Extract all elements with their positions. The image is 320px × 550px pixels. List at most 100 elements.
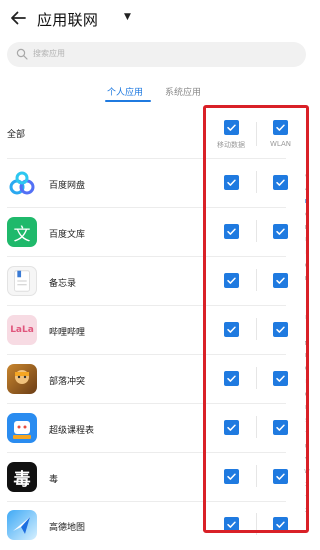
caret-down-icon[interactable]: ▼: [124, 12, 131, 22]
column-separator: [256, 171, 257, 193]
baidu-wenku-icon: 文: [7, 217, 37, 247]
search-placeholder: 搜索应用: [33, 49, 65, 58]
column-separator: [256, 465, 257, 487]
index-letter[interactable]: N: [300, 350, 314, 363]
index-letter[interactable]: W: [300, 466, 314, 479]
checkmark-icon: [276, 277, 285, 284]
clash-of-clans-icon: [7, 364, 37, 394]
mobile-data-checkbox[interactable]: [224, 371, 239, 386]
mobile-data-checkbox[interactable]: [224, 469, 239, 484]
wlan-checkbox[interactable]: [273, 469, 288, 484]
page-title: 应用联网: [37, 11, 99, 29]
tab-personal-apps[interactable]: 个人应用: [107, 85, 143, 98]
all-mobile-data-checkbox[interactable]: [224, 120, 239, 135]
wlan-checkbox[interactable]: [273, 224, 288, 239]
index-letter[interactable]: Y: [300, 492, 314, 505]
memo-icon: [7, 266, 37, 296]
wlan-column-label: WLAN: [270, 140, 292, 148]
wlan-checkbox[interactable]: [273, 273, 288, 288]
search-input[interactable]: 搜索应用: [7, 42, 306, 67]
index-letter[interactable]: F: [300, 247, 314, 260]
column-separator: [256, 367, 257, 389]
app-row: 超级课程表: [0, 403, 314, 452]
index-letter[interactable]: C: [300, 209, 314, 222]
tab-system-apps[interactable]: 系统应用: [165, 85, 201, 98]
checkmark-icon: [276, 326, 285, 333]
column-separator: [256, 513, 257, 535]
app-row: 部落冲突: [0, 354, 314, 403]
app-icon-glyph: 文: [13, 224, 31, 245]
row-divider: [7, 403, 286, 404]
index-letter[interactable]: Z: [300, 505, 314, 518]
app-row: 百度网盘: [0, 158, 314, 207]
index-letter[interactable]: T: [300, 428, 314, 441]
row-divider: [7, 354, 286, 355]
checkmark-icon: [227, 375, 236, 382]
amap-icon: [7, 510, 37, 540]
row-divider: [7, 452, 286, 453]
app-name: 毒: [49, 475, 59, 485]
header-bar: 应用联网 ▼: [0, 0, 314, 38]
mobile-data-checkbox[interactable]: [224, 517, 239, 532]
checkmark-icon: [276, 124, 285, 131]
index-letter[interactable]: E: [300, 234, 314, 247]
index-letter[interactable]: A: [300, 183, 314, 196]
app-row: 文 百度文库: [0, 207, 314, 256]
index-letter[interactable]: D: [300, 222, 314, 235]
column-separator: [256, 269, 257, 291]
du-app-icon: 毒: [7, 462, 37, 492]
row-divider: [7, 256, 286, 257]
checkmark-icon: [227, 326, 236, 333]
wlan-checkbox[interactable]: [273, 322, 288, 337]
index-letter[interactable]: Q: [300, 389, 314, 402]
index-letter[interactable]: #: [300, 170, 314, 183]
column-separator: [256, 122, 257, 146]
row-divider: [7, 305, 286, 306]
index-letter[interactable]: B: [300, 196, 314, 209]
checkmark-icon: [227, 124, 236, 131]
mobile-data-checkbox[interactable]: [224, 273, 239, 288]
index-letter[interactable]: U: [300, 441, 314, 454]
app-row: 高德地图: [0, 501, 314, 550]
checkmark-icon: [227, 228, 236, 235]
app-name: 备忘录: [49, 279, 77, 289]
index-letter[interactable]: L: [300, 325, 314, 338]
index-letter[interactable]: R: [300, 402, 314, 415]
wlan-checkbox[interactable]: [273, 371, 288, 386]
index-letter[interactable]: K: [300, 312, 314, 325]
search-icon: [16, 48, 28, 60]
wlan-checkbox[interactable]: [273, 517, 288, 532]
mobile-data-column-label: 移动数据: [217, 141, 245, 149]
mobile-data-checkbox[interactable]: [224, 224, 239, 239]
arrow-left-icon[interactable]: [8, 8, 28, 28]
app-row: 毒 毒: [0, 452, 314, 501]
app-name: 部落冲突: [49, 377, 86, 387]
alphabet-index-bar[interactable]: # A B C D E F G H I J K L M N O P Q R S T U V W X Y Z: [300, 170, 314, 518]
index-letter[interactable]: G: [300, 260, 314, 273]
index-letter[interactable]: O: [300, 363, 314, 376]
checkmark-icon: [227, 473, 236, 480]
app-icon-glyph: LaLa: [10, 325, 34, 335]
wlan-checkbox[interactable]: [273, 420, 288, 435]
baidu-netdisk-icon: [7, 168, 37, 198]
checkmark-icon: [227, 277, 236, 284]
mobile-data-checkbox[interactable]: [224, 420, 239, 435]
index-letter[interactable]: S: [300, 415, 314, 428]
all-wlan-checkbox[interactable]: [273, 120, 288, 135]
mobile-data-checkbox[interactable]: [224, 175, 239, 190]
index-letter[interactable]: J: [300, 299, 314, 312]
index-letter[interactable]: X: [300, 479, 314, 492]
index-letter[interactable]: H: [300, 273, 314, 286]
app-name: 哔哩哔哩: [49, 328, 86, 338]
checkmark-icon: [276, 521, 285, 528]
mobile-data-checkbox[interactable]: [224, 322, 239, 337]
index-letter[interactable]: V: [300, 454, 314, 467]
checkmark-icon: [227, 179, 236, 186]
index-letter[interactable]: I: [300, 286, 314, 299]
wlan-checkbox[interactable]: [273, 175, 288, 190]
bilibili-icon: LaLa: [7, 315, 37, 345]
index-letter[interactable]: P: [300, 376, 314, 389]
app-row: 备忘录: [0, 256, 314, 305]
index-letter[interactable]: M: [300, 338, 314, 351]
app-name: 高德地图: [49, 523, 86, 533]
